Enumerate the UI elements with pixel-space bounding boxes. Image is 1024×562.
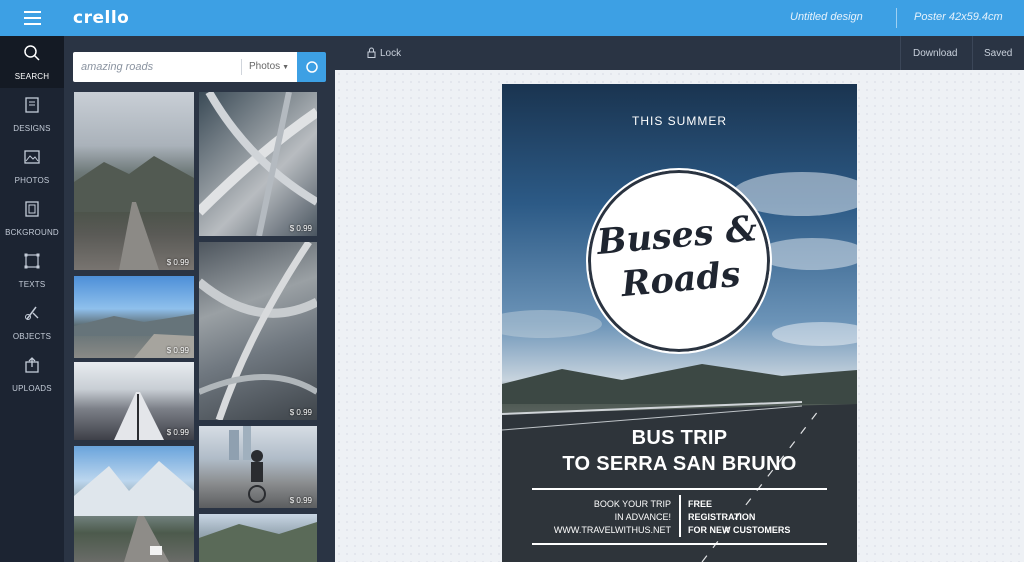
lock-button[interactable]: Lock bbox=[367, 47, 401, 59]
poster-text-line: WWW.TRAVELWITHUS.NET bbox=[553, 525, 671, 535]
poster-subtitle-line2[interactable]: TO SERRA SAN BRUNO bbox=[502, 453, 857, 476]
objects-icon bbox=[25, 306, 39, 320]
photo-thumbnail[interactable]: $ 0.99 bbox=[74, 276, 194, 358]
document-title[interactable]: Untitled design bbox=[790, 11, 863, 23]
price-label: $ 0.99 bbox=[166, 428, 189, 437]
poster-text-line: FOR NEW CUSTOMERS bbox=[688, 525, 791, 535]
uploads-icon bbox=[25, 357, 39, 373]
photos-icon bbox=[24, 150, 40, 164]
search-box: Photos▼ bbox=[73, 52, 297, 82]
search-type-label: Photos bbox=[249, 61, 281, 72]
price-label: $ 0.99 bbox=[289, 496, 312, 505]
poster-rule bbox=[532, 488, 827, 490]
photo-thumbnail[interactable]: $ 0.99 bbox=[74, 92, 194, 270]
poster-text-line: BOOK YOUR TRIP bbox=[593, 499, 671, 509]
header-divider bbox=[896, 8, 897, 28]
toolbar-divider bbox=[972, 36, 973, 70]
poster-subtitle-line1[interactable]: BUS TRIP bbox=[502, 427, 857, 450]
saved-status: Saved bbox=[984, 48, 1013, 59]
poster-offer-text[interactable]: FREE REGISTRATION FOR NEW CUSTOMERS bbox=[688, 498, 790, 537]
photo-thumbnail[interactable]: $ 0.99 bbox=[199, 242, 317, 420]
price-label: $ 0.99 bbox=[166, 258, 189, 267]
sidebar-item-label: TEXTS bbox=[18, 280, 46, 289]
sidebar-item-search[interactable]: SEARCH bbox=[0, 36, 64, 88]
download-button[interactable]: Download bbox=[913, 48, 957, 59]
sidebar-item-label: PHOTOS bbox=[14, 176, 50, 185]
search-icon bbox=[306, 61, 318, 73]
menu-icon[interactable] bbox=[24, 11, 41, 25]
photo-thumbnail[interactable]: $ 0.99 bbox=[74, 362, 194, 440]
search-panel: Photos▼ $ 0.99 $ 0.99 $ 0.99 $ 0.99 $ 0.… bbox=[64, 36, 335, 562]
photo-thumbnail[interactable]: $ 0.99 bbox=[199, 92, 317, 236]
price-label: $ 0.99 bbox=[166, 346, 189, 355]
photo-mountain-road bbox=[74, 156, 194, 270]
sidebar-item-background[interactable]: BCKGROUND bbox=[0, 192, 64, 244]
poster-canvas[interactable]: THIS SUMMER Buses & Roads BUS TRIP TO SE… bbox=[502, 84, 857, 562]
top-bar: crello Untitled design Poster 42x59.4cm bbox=[0, 0, 1024, 36]
photo-forest-road bbox=[199, 522, 317, 562]
photo-thumbnail[interactable] bbox=[199, 514, 317, 562]
sidebar-item-label: BCKGROUND bbox=[5, 228, 59, 237]
sidebar-item-label: DESIGNS bbox=[13, 124, 51, 133]
poster-booking-text[interactable]: BOOK YOUR TRIP IN ADVANCE! WWW.TRAVELWIT… bbox=[554, 498, 671, 537]
canvas-toolbar: Lock Download Saved bbox=[335, 36, 1024, 70]
price-label: $ 0.99 bbox=[289, 408, 312, 417]
sidebar-item-label: OBJECTS bbox=[12, 332, 52, 341]
sidebar-item-label: UPLOADS bbox=[12, 384, 52, 393]
poster-rule bbox=[532, 543, 827, 545]
search-input[interactable] bbox=[73, 52, 239, 82]
sidebar-item-photos[interactable]: PHOTOS bbox=[0, 140, 64, 192]
sidebar-item-label: SEARCH bbox=[14, 72, 50, 81]
document-size[interactable]: Poster 42x59.4cm bbox=[914, 11, 1003, 23]
sidebar-item-texts[interactable]: TEXTS bbox=[0, 244, 64, 296]
search-separator bbox=[241, 59, 242, 75]
lock-label: Lock bbox=[380, 48, 402, 59]
sidebar-item-designs[interactable]: DESIGNS bbox=[0, 88, 64, 140]
caret-down-icon: ▼ bbox=[282, 64, 290, 71]
photo-thumbnail[interactable] bbox=[74, 446, 194, 562]
photo-interchange bbox=[199, 92, 317, 236]
toolbar-divider bbox=[900, 36, 901, 70]
photo-thumbnail[interactable]: $ 0.99 bbox=[199, 426, 317, 508]
sidebar-item-uploads[interactable]: UPLOADS bbox=[0, 348, 64, 400]
sidebar-item-objects[interactable]: OBJECTS bbox=[0, 296, 64, 348]
poster-text-line: REGISTRATION bbox=[688, 512, 756, 522]
photo-aerial-junction bbox=[199, 242, 317, 420]
left-sidebar: SEARCH DESIGNS PHOTOS BCKGROUND TEXTS OB… bbox=[0, 36, 64, 562]
search-button[interactable] bbox=[297, 52, 326, 82]
background-icon bbox=[25, 201, 39, 217]
texts-icon bbox=[24, 253, 40, 269]
app-logo[interactable]: crello bbox=[73, 8, 129, 28]
poster-text-line: IN ADVANCE! bbox=[614, 512, 671, 522]
poster-vertical-rule bbox=[679, 495, 681, 537]
lock-icon bbox=[367, 47, 376, 58]
price-label: $ 0.99 bbox=[289, 224, 312, 233]
photo-alpine-road bbox=[74, 461, 194, 562]
search-icon bbox=[24, 45, 40, 61]
designs-icon bbox=[25, 97, 39, 113]
poster-headline[interactable]: Buses & Roads bbox=[583, 206, 776, 310]
poster-text-line: FREE bbox=[688, 499, 713, 509]
search-type-dropdown[interactable]: Photos ▼ bbox=[249, 61, 289, 72]
poster-eyebrow[interactable]: THIS SUMMER bbox=[502, 114, 857, 128]
